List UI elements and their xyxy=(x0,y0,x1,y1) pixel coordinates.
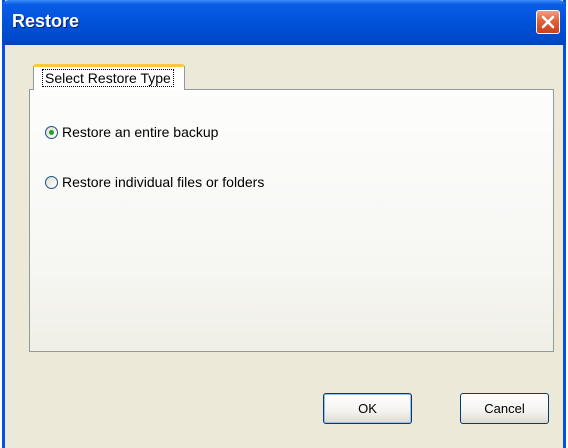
radio-label[interactable]: Restore individual files or folders xyxy=(62,174,264,190)
radio-restore-entire-backup[interactable]: Restore an entire backup xyxy=(45,124,218,140)
restore-dialog: Restore Select Restore Type Restore an e… xyxy=(2,0,566,448)
close-button[interactable] xyxy=(536,10,560,34)
tab-label: Select Restore Type xyxy=(42,69,174,87)
cancel-button[interactable]: Cancel xyxy=(460,393,549,424)
radio-button-icon[interactable] xyxy=(45,125,58,139)
radio-label[interactable]: Restore an entire backup xyxy=(62,124,218,140)
radio-button-icon[interactable] xyxy=(45,175,58,189)
window-title: Restore xyxy=(12,11,80,31)
radio-restore-individual-files[interactable]: Restore individual files or folders xyxy=(45,174,264,190)
tab-select-restore-type[interactable]: Select Restore Type xyxy=(33,64,185,90)
title-bar[interactable]: Restore xyxy=(2,0,566,45)
ok-button[interactable]: OK xyxy=(323,393,412,424)
close-icon xyxy=(541,15,555,29)
radio-selected-dot xyxy=(49,129,54,135)
